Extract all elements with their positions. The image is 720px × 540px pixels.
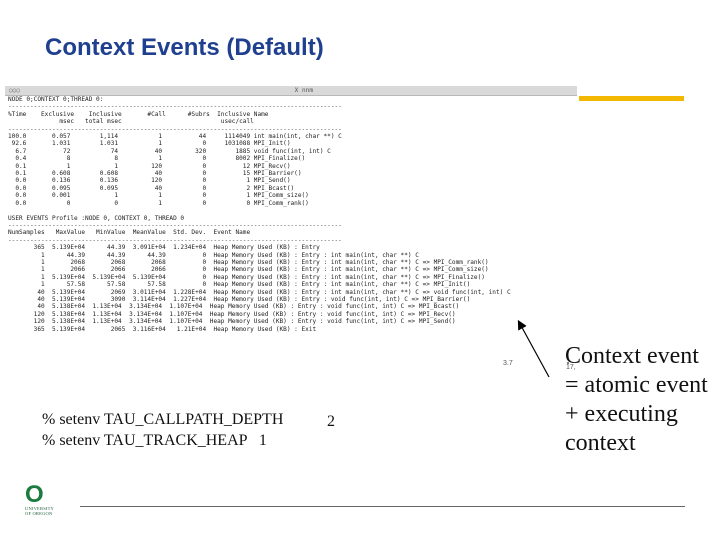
event-row: 120 5.138E+04 1.13E+04 3.134E+04 1.107E+… — [8, 310, 456, 318]
logo-mark-icon: O — [25, 481, 44, 508]
window-controls-icon[interactable]: ○○○ — [9, 87, 49, 94]
event-row: 1 2068 2068 2068 0 Heap Memory Used (KB)… — [8, 258, 489, 266]
node-line: NODE 0;CONTEXT 0;THREAD 0: — [8, 96, 104, 103]
university-logo: O UNIVERSITY OF OREGON — [25, 481, 70, 517]
callout-line: context — [565, 430, 636, 456]
event-row: 365 5.139E+04 44.39 3.091E+04 1.234E+04 … — [8, 244, 320, 252]
event-row: 120 5.138E+04 1.13E+04 3.134E+04 1.107E+… — [8, 318, 456, 326]
slide-title: Context Events (Default) — [45, 34, 324, 61]
profile-row: 0.1 0.608 0.608 40 0 15 MPI_Barrier() — [8, 170, 302, 178]
profile-row: 0.0 0.001 1 1 0 1 MPI_Comm_size() — [8, 192, 309, 200]
footer-divider — [80, 506, 685, 507]
page-marker: 3.7 — [503, 360, 513, 367]
env-callpath-value: 2 — [327, 413, 335, 430]
profile-row: 0.0 0.095 0.095 40 0 2 MPI_Bcast() — [8, 184, 295, 192]
divider-line: ----------------------------------------… — [8, 236, 342, 244]
divider-line: ----------------------------------------… — [8, 221, 342, 229]
profile-row: 100.0 0.057 1,114 1 44 1114049 int main(… — [8, 133, 342, 141]
profile-row: 0.1 1 1 120 0 12 MPI_Recv() — [8, 162, 291, 170]
event-row: 365 5.139E+04 2065 3.116E+04 1.21E+04 He… — [8, 325, 317, 333]
user-events-title: USER EVENTS Profile :NODE 0, CONTEXT 0, … — [8, 214, 185, 222]
profile-row: 92.6 1.031 1.031 1 0 1031088 MPI_Init() — [8, 140, 291, 148]
event-row: 1 2066 2066 2066 0 Heap Memory Used (KB)… — [8, 266, 489, 274]
events-header: NumSamples MaxValue MinValue MeanValue S… — [8, 229, 251, 237]
divider-line: ----------------------------------------… — [8, 125, 342, 133]
accent-bar — [579, 96, 684, 101]
profile-header-2: msec total msec usec/call — [8, 118, 254, 126]
profile-row: 0.4 8 8 1 0 8002 MPI_Finalize() — [8, 155, 306, 163]
callout-line: Context event — [565, 343, 699, 369]
callout-line: + executing — [565, 401, 678, 427]
profile-row: 0.0 0 0 1 0 0 MPI_Comm_rank() — [8, 199, 309, 207]
event-row: 40 5.139E+04 2069 3.011E+04 1.228E+04 He… — [8, 288, 511, 296]
event-row: 40 5.139E+04 3090 3.114E+04 1.227E+04 He… — [8, 295, 471, 303]
logo-line-2: OF OREGON — [25, 511, 53, 516]
blank-line — [5, 207, 577, 214]
event-row: 1 5.139E+04 5.139E+04 5.139E+04 0 Heap M… — [8, 273, 485, 281]
event-row: 1 44.39 44.39 44.39 0 Heap Memory Used (… — [8, 251, 419, 259]
terminal-titlebar[interactable]: ○○○ X nnm — [5, 86, 577, 96]
event-row: 1 57.58 57.58 57.58 0 Heap Memory Used (… — [8, 281, 471, 289]
profile-header-1: %Time Exclusive Inclusive #Call #Subrs I… — [8, 110, 269, 118]
callout-line: = atomic event — [565, 372, 708, 398]
env-command-heap: % setenv TAU_TRACK_HEAP 1 — [42, 432, 267, 449]
terminal-window[interactable]: ○○○ X nnm NODE 0;CONTEXT 0;THREAD 0: ---… — [5, 86, 577, 370]
profile-row: 0.0 0.136 0.136 120 0 1 MPI_Send() — [8, 177, 291, 185]
terminal-title: X nnm — [294, 87, 313, 94]
profile-row: 6.7 72 74 40 320 1885 void func(int, int… — [8, 147, 331, 155]
env-command-callpath: % setenv TAU_CALLPATH_DEPTH — [42, 411, 284, 428]
divider-line: ----------------------------------------… — [8, 103, 342, 111]
callout-text: Context event = atomic event + executing… — [565, 342, 715, 458]
event-row: 40 5.138E+04 1.13E+04 3.134E+04 1.107E+0… — [8, 303, 460, 311]
